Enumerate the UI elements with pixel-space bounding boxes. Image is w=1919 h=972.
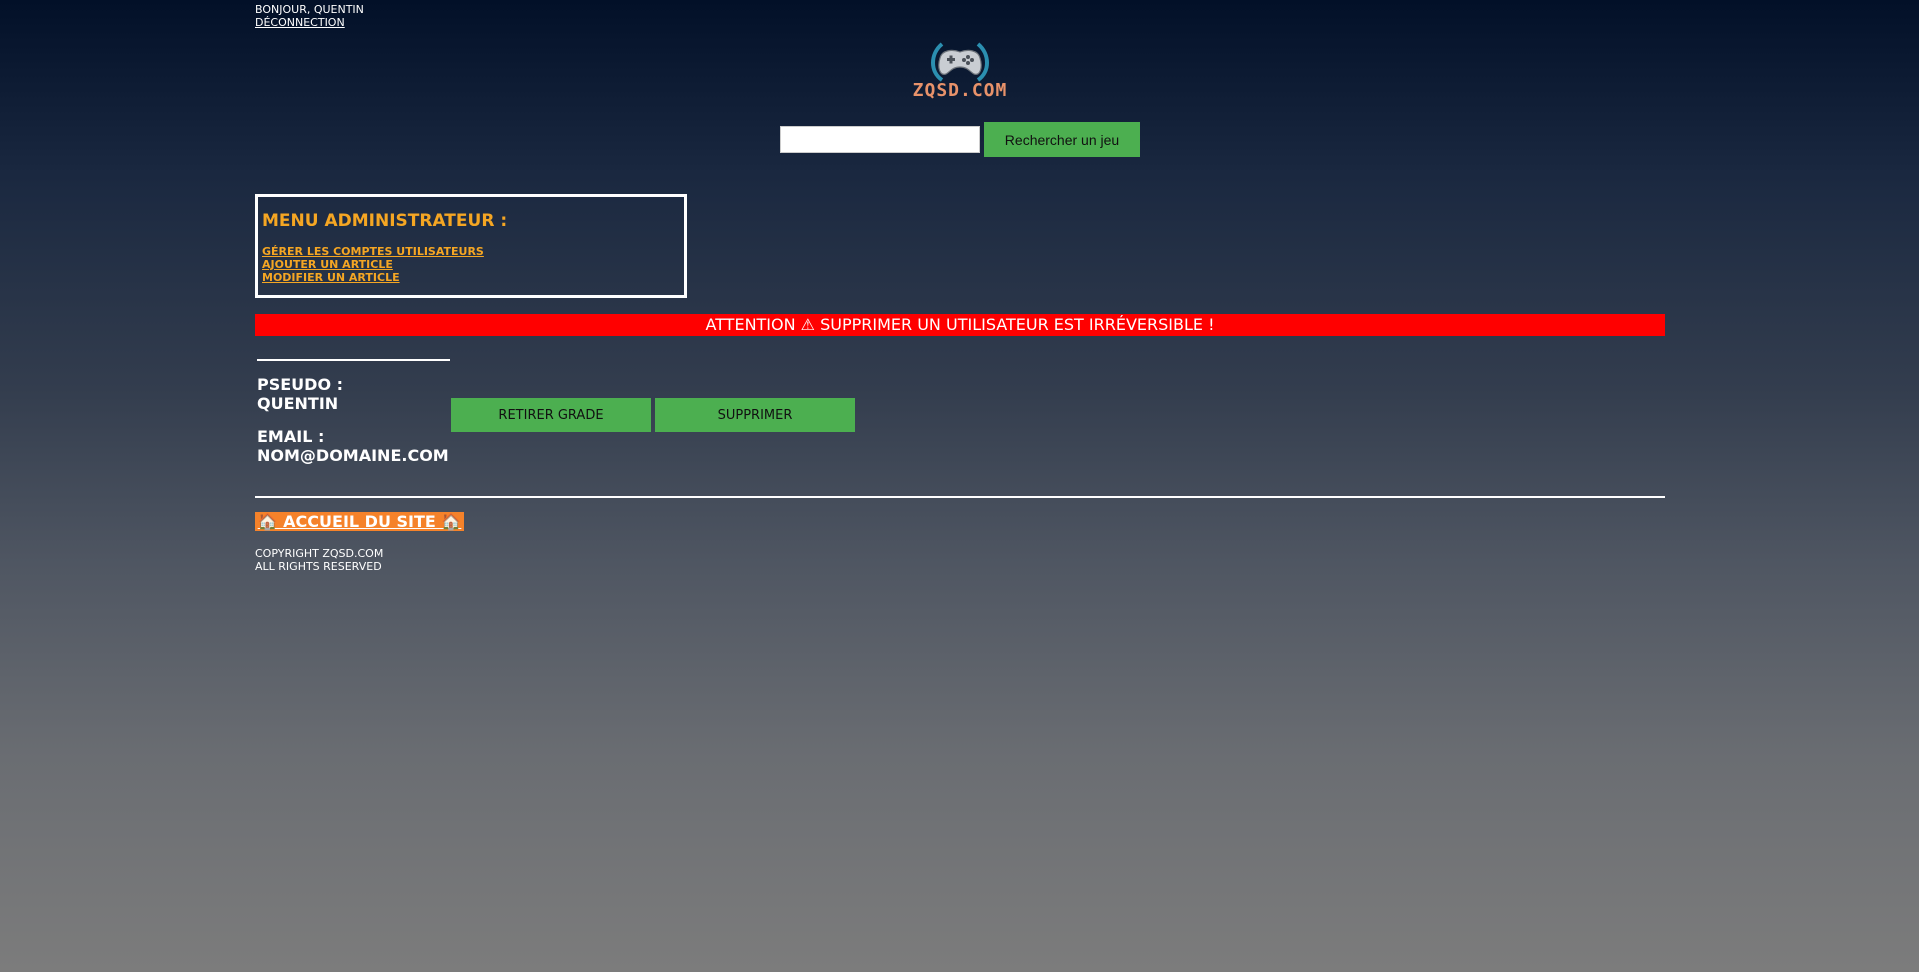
search-input[interactable] — [780, 126, 980, 153]
gamepad-icon — [931, 42, 989, 82]
add-article-link[interactable]: AJOUTER UN ARTICLE — [262, 258, 680, 271]
user-divider — [257, 359, 450, 361]
logo-text: ZQSD.COM — [912, 80, 1008, 101]
edit-article-link[interactable]: MODIFIER UN ARTICLE — [262, 271, 680, 284]
warning-banner: ATTENTION ⚠ SUPPRIMER UN UTILISATEUR EST… — [255, 314, 1665, 336]
copyright-line-1: COPYRIGHT ZQSD.COM — [255, 547, 384, 560]
copyright: COPYRIGHT ZQSD.COM ALL RIGHTS RESERVED — [255, 547, 383, 573]
admin-menu: MENU ADMINISTRATEUR : GÉRER LES COMPTES … — [255, 194, 687, 298]
admin-menu-title: MENU ADMINISTRATEUR : — [262, 211, 508, 231]
user-box: BONJOUR, QUENTIN DÉCONNECTION — [255, 3, 364, 29]
footer-divider — [255, 496, 1665, 498]
email-label: EMAIL : — [257, 427, 325, 446]
copyright-line-2: ALL RIGHTS RESERVED — [255, 560, 382, 573]
home-link[interactable]: 🏠 ACCUEIL DU SITE 🏠 — [255, 512, 464, 531]
remove-grade-button[interactable]: RETIRER GRADE — [451, 398, 651, 432]
greeting-text: BONJOUR, QUENTIN — [255, 3, 364, 16]
site-logo[interactable]: ZQSD.COM — [890, 36, 1030, 106]
email-value: NOM@DOMAINE.COM — [257, 446, 449, 465]
manage-accounts-link[interactable]: GÉRER LES COMPTES UTILISATEURS — [262, 245, 680, 258]
pseudo-value: QUENTIN — [257, 394, 339, 413]
logout-link[interactable]: DÉCONNECTION — [255, 16, 364, 29]
delete-user-button[interactable]: SUPPRIMER — [655, 398, 855, 432]
pseudo-label: PSEUDO : — [257, 375, 344, 394]
user-card: PSEUDO : QUENTIN EMAIL : NOM@DOMAINE.COM — [257, 375, 449, 479]
search-button[interactable]: Rechercher un jeu — [984, 122, 1140, 157]
